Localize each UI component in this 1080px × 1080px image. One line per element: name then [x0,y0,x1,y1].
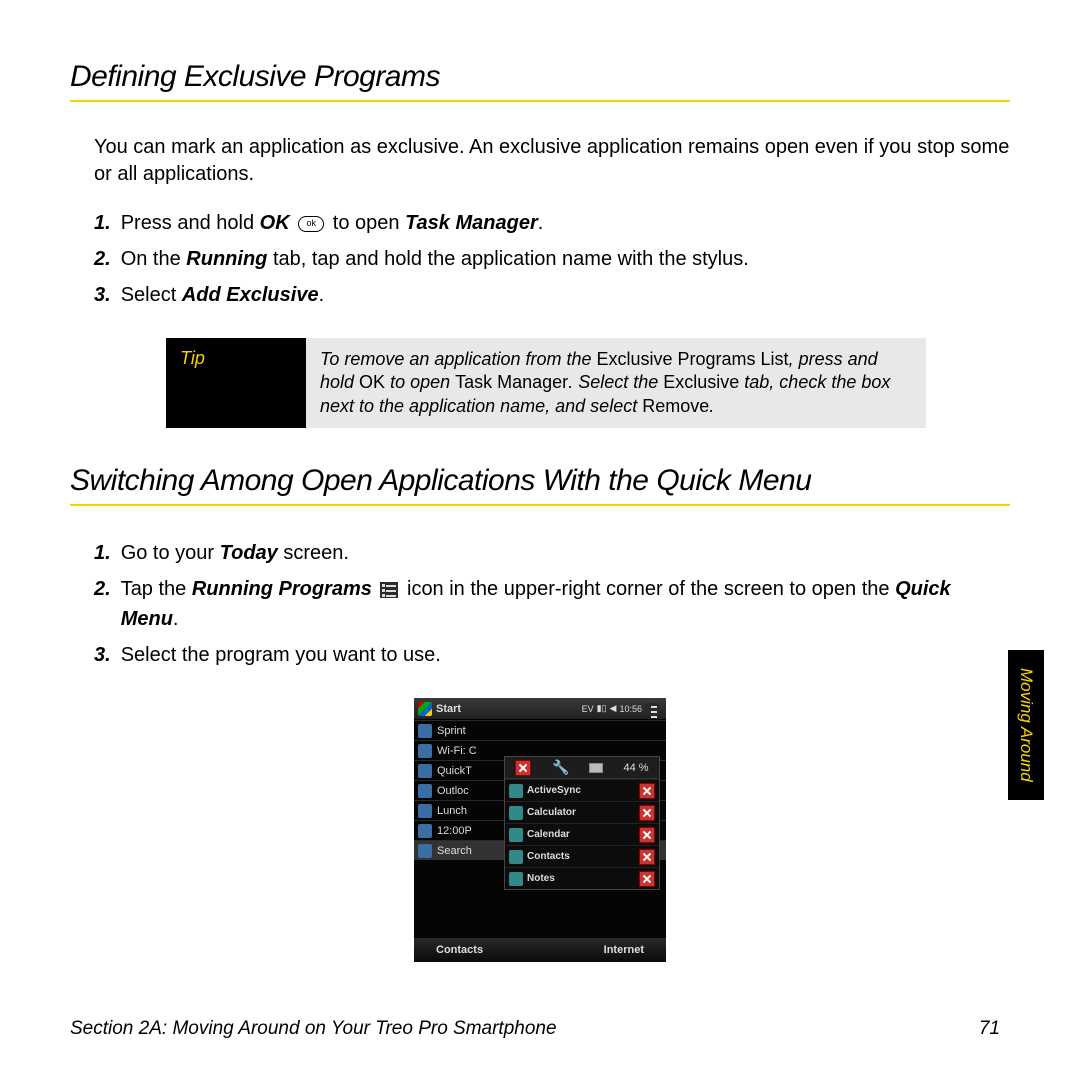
row-icon [418,844,432,858]
step-number: 2. [94,574,111,634]
row-icon [418,764,432,778]
section1-intro: You can mark an application as exclusive… [94,134,1010,188]
phone-body: Sprint Wi-Fi: C QuickT Outloc Lunch 12:00P Sea… [414,720,666,938]
step-number: 3. [94,640,111,670]
rule-2 [70,504,1010,506]
quick-menu-icon [645,703,659,715]
step-text: Press and hold OK to open Task Manager. [121,208,544,238]
row-icon [418,804,432,818]
wrench-icon: 🔧 [552,760,568,776]
phone-softbar: Contacts Internet [414,938,666,962]
step-text: On the Running tab, tap and hold the app… [121,244,749,274]
page-footer: Section 2A: Moving Around on Your Treo P… [70,1018,1000,1040]
app-label: Notes [527,873,639,884]
step-2b: 2. Tap the Running Programs icon in the … [94,574,1010,634]
app-label: Calendar [527,829,639,840]
footer-left: Section 2A: Moving Around on Your Treo P… [70,1018,557,1040]
rule-1 [70,100,1010,102]
quick-menu-item: Calendar [505,823,659,845]
phone-topbar: Start EV ▮▯ ◀ 10:56 [414,698,666,720]
close-icon [639,805,655,821]
step-number: 1. [94,538,111,568]
section2-steps: 1. Go to your Today screen. 2. Tap the R… [94,538,1010,670]
app-icon [509,872,523,886]
step-1: 1. Press and hold OK to open Task Manage… [94,208,1010,238]
softkey-right: Internet [604,944,644,956]
tip-label: Tip [166,338,306,428]
app-icon [509,784,523,798]
running-programs-icon [380,582,398,598]
close-icon [639,783,655,799]
row-label: Lunch [437,805,467,817]
step-text: Tap the Running Programs icon in the upp… [121,574,1010,634]
row-label: Sprint [437,725,466,737]
softkey-left: Contacts [436,944,483,956]
quick-menu-item: Notes [505,867,659,889]
volume-icon: ◀ [610,703,617,714]
quick-menu-item: Contacts [505,845,659,867]
today-row: Sprint [414,720,666,740]
phone-screenshot: Start EV ▮▯ ◀ 10:56 Sprint Wi-Fi: C QuickT… [414,698,666,962]
tip-box: Tip To remove an application from the Ex… [166,338,926,428]
chapter-tab: Moving Around [1008,650,1044,800]
step-text: Select the program you want to use. [121,640,441,670]
row-icon [418,744,432,758]
quick-menu-popup: 🔧 44 % ActiveSync Calculator Calendar Conta… [504,756,660,890]
windows-flag-icon [418,702,432,716]
clock-label: 10:56 [619,704,642,714]
step-text: Go to your Today screen. [121,538,349,568]
step-number: 2. [94,244,111,274]
app-icon [509,850,523,864]
step-text: Select Add Exclusive. [121,280,324,310]
app-label: Calculator [527,807,639,818]
step-number: 1. [94,208,111,238]
ev-icon: EV [582,704,594,714]
step-3b: 3. Select the program you want to use. [94,640,1010,670]
quick-menu-item: Calculator [505,801,659,823]
section1-steps: 1. Press and hold OK to open Task Manage… [94,208,1010,310]
step-2: 2. On the Running tab, tap and hold the … [94,244,1010,274]
page-number: 71 [979,1018,1000,1040]
battery-pct: 44 % [624,762,649,774]
section2-title: Switching Among Open Applications With t… [70,464,1010,498]
tip-content: To remove an application from the Exclus… [306,338,926,428]
row-label: Search [437,845,472,857]
row-icon [418,724,432,738]
quick-menu-top: 🔧 44 % [505,757,659,779]
section1-title: Defining Exclusive Programs [70,60,1010,94]
row-label: 12:00P [437,825,472,837]
quick-menu-item: ActiveSync [505,779,659,801]
app-icon [509,806,523,820]
ok-key-icon [298,216,324,232]
close-icon [639,871,655,887]
step-3: 3. Select Add Exclusive. [94,280,1010,310]
app-label: Contacts [527,851,639,862]
row-label: Outloc [437,785,469,797]
app-icon [509,828,523,842]
row-icon [418,784,432,798]
step-number: 3. [94,280,111,310]
app-label: ActiveSync [527,785,639,796]
close-all-icon [515,760,531,776]
start-label: Start [436,703,579,715]
row-icon [418,824,432,838]
row-label: Wi-Fi: C [437,745,477,757]
step-1b: 1. Go to your Today screen. [94,538,1010,568]
signal-icon: ▮▯ [597,703,607,714]
row-label: QuickT [437,765,472,777]
battery-icon [589,763,603,773]
close-icon [639,849,655,865]
close-icon [639,827,655,843]
